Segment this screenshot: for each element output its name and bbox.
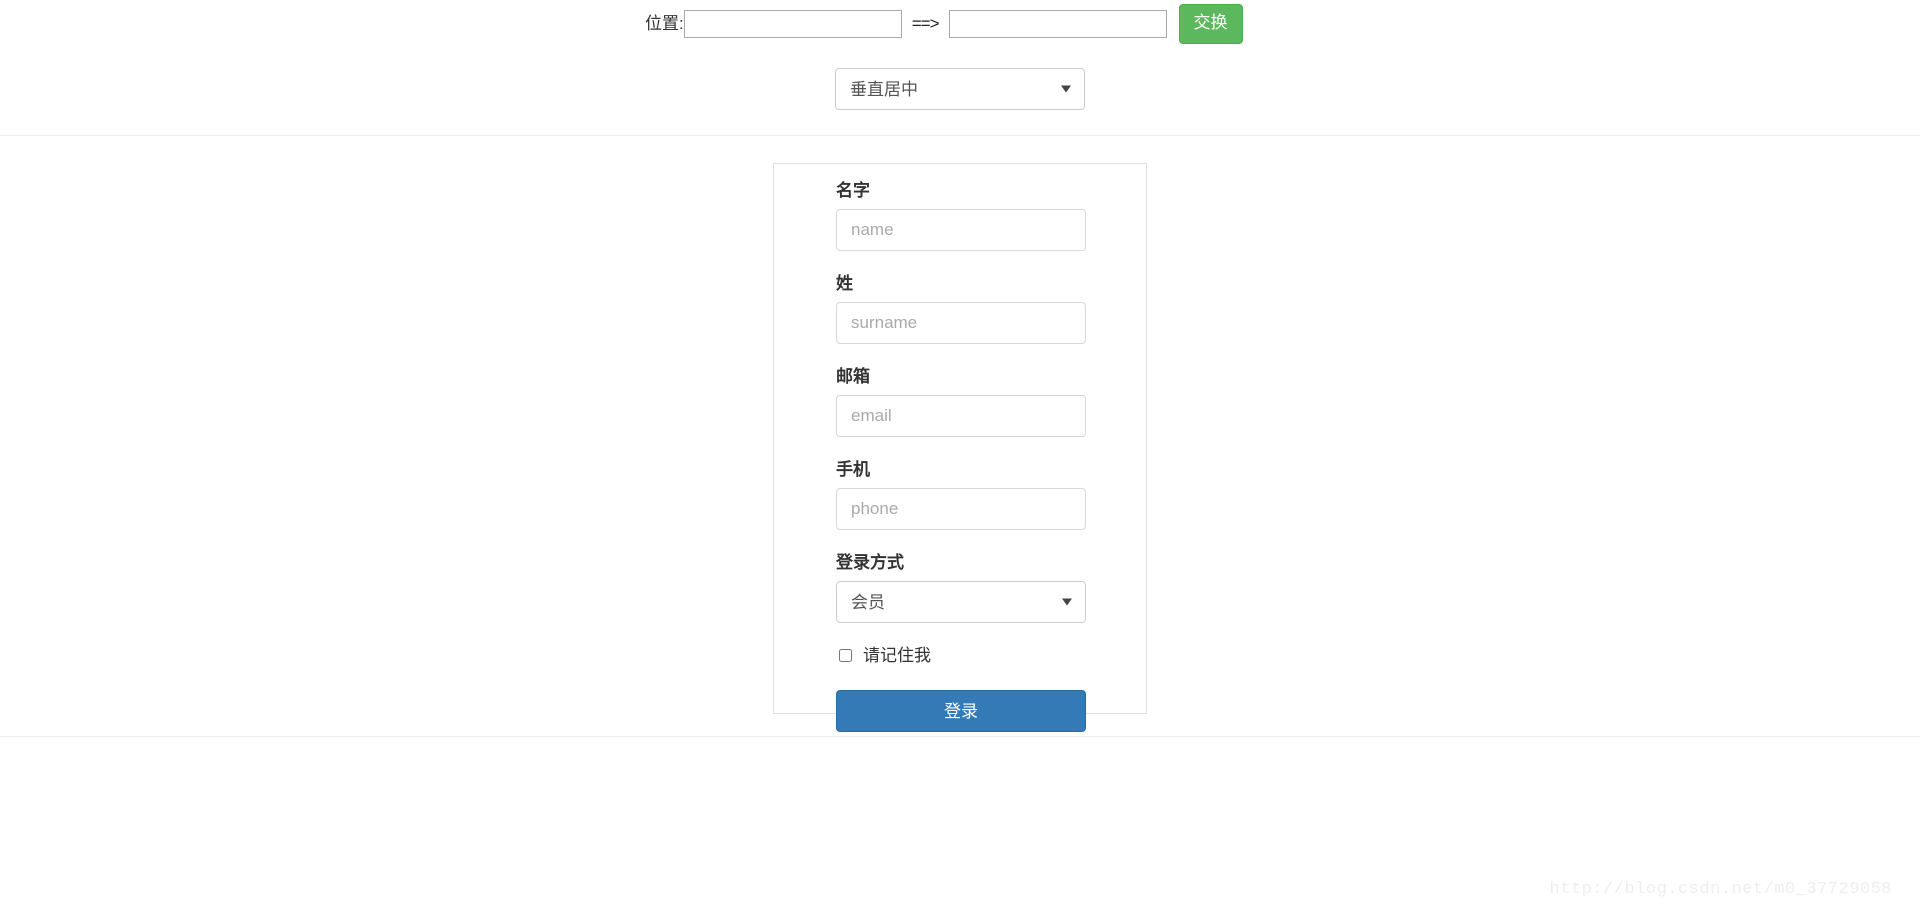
- position-label: 位置:: [645, 13, 684, 33]
- phone-input[interactable]: [836, 488, 1086, 531]
- login-form-panel: 名字 姓 邮箱 手机 登录方式 会员 请记住我: [773, 163, 1147, 733]
- field-group-login-method: 登录方式 会员: [836, 552, 1086, 624]
- watermark-text: http://blog.csdn.net/m0_37729058: [1549, 880, 1892, 899]
- login-method-select-wrapper[interactable]: 会员: [836, 581, 1086, 624]
- field-group-surname: 姓: [836, 273, 1086, 363]
- position-toolbar: 位置: ==> 交换: [0, 0, 1920, 48]
- phone-label: 手机: [836, 460, 870, 480]
- remember-me-row[interactable]: 请记住我: [839, 647, 1086, 664]
- surname-label: 姓: [836, 274, 853, 294]
- remember-me-label[interactable]: 请记住我: [863, 647, 931, 664]
- align-select-wrapper[interactable]: 垂直居中: [835, 68, 1085, 110]
- first-name-input[interactable]: [836, 209, 1086, 252]
- field-group-phone: 手机: [836, 459, 1086, 549]
- form-fields-container: 名字 姓 邮箱 手机 登录方式 会员 请记住我: [836, 180, 1086, 733]
- divider-bottom: [0, 736, 1920, 737]
- first-name-label: 名字: [836, 181, 870, 200]
- arrow-separator-icon: ==>: [911, 14, 940, 33]
- position-row: 位置: ==> 交换: [645, 2, 1243, 46]
- remember-me-checkbox[interactable]: [839, 649, 852, 663]
- field-group-first-name: 名字: [836, 180, 1086, 270]
- login-submit-button[interactable]: 登录: [836, 690, 1086, 733]
- field-group-email: 邮箱: [836, 366, 1086, 456]
- login-method-label: 登录方式: [836, 553, 904, 573]
- align-control-row: 垂直居中: [0, 68, 1920, 114]
- surname-input[interactable]: [836, 302, 1086, 345]
- align-mode-select[interactable]: 垂直居中: [835, 68, 1085, 110]
- email-input[interactable]: [836, 395, 1086, 438]
- email-label: 邮箱: [836, 367, 870, 387]
- login-method-select[interactable]: 会员: [836, 581, 1086, 624]
- position-from-input[interactable]: [683, 10, 902, 38]
- position-to-input[interactable]: [948, 10, 1167, 38]
- swap-button[interactable]: 交换: [1178, 4, 1243, 44]
- divider-top: [0, 135, 1920, 136]
